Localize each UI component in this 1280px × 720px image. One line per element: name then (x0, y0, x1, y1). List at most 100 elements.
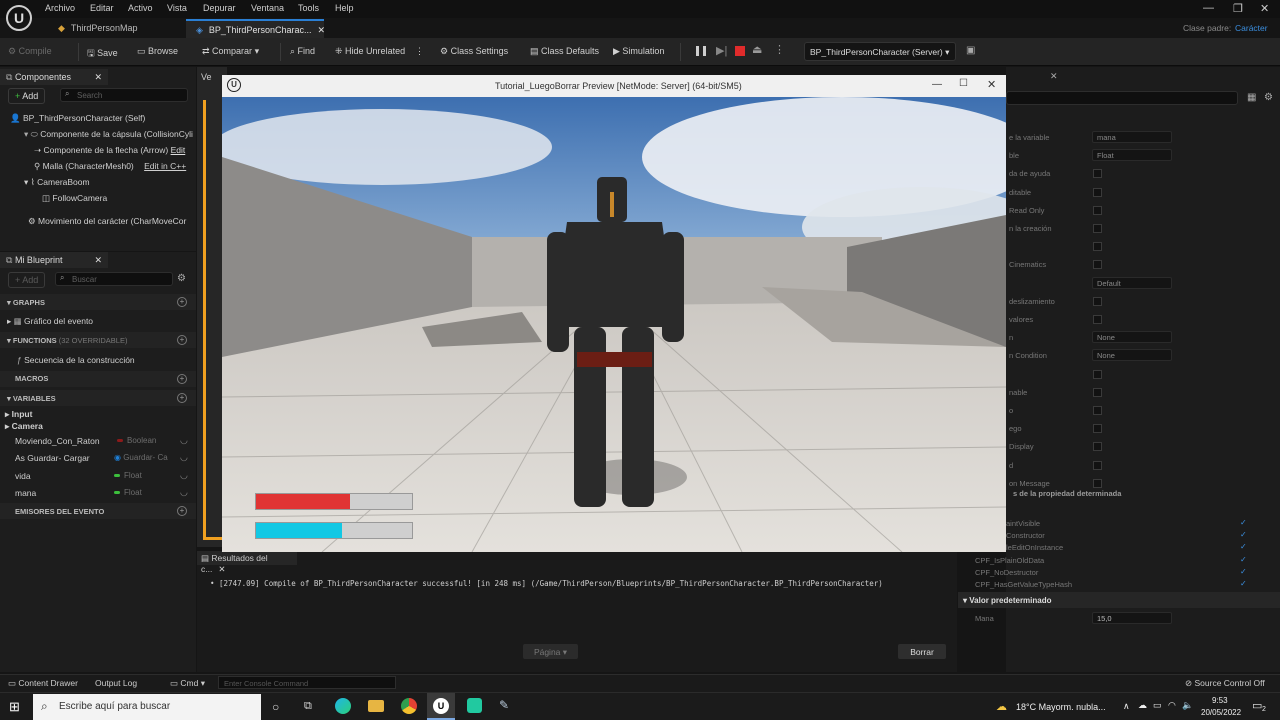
checkmark-icon[interactable]: ✓ (1240, 567, 1247, 576)
menu-herramientas[interactable]: Tools (298, 3, 319, 13)
add-member-button[interactable]: + Add (8, 272, 46, 288)
category-input[interactable]: ▸ Input (5, 409, 32, 420)
components-tab[interactable]: ⧉ Componentes ✕ (0, 69, 108, 85)
construction-script-item[interactable]: ƒ Secuencia de la construcción (17, 355, 135, 365)
close-tab-icon[interactable]: ✕ (94, 255, 102, 266)
notifications-icon[interactable]: ▭ (1252, 699, 1262, 712)
viewport-tab-stub[interactable]: Ve (201, 72, 212, 82)
file-explorer-icon[interactable] (368, 700, 384, 712)
property-checkbox[interactable] (1093, 224, 1102, 233)
checkmark-icon[interactable]: ✓ (1240, 555, 1247, 564)
component-self[interactable]: 👤 BP_ThirdPersonCharacter (Self) (10, 113, 145, 124)
class-settings-button[interactable]: ⚙ Class Settings (440, 46, 508, 57)
maximize-icon[interactable]: ☐ (959, 78, 968, 89)
property-checkbox[interactable] (1093, 442, 1102, 452)
component-arrow[interactable]: ➝ Componente de la flecha (Arrow) Edit (34, 145, 185, 156)
menu-ventana[interactable]: Ventana (251, 3, 284, 13)
preview-titlebar[interactable]: U Tutorial_LuegoBorrar Preview [NetMode:… (222, 75, 1006, 97)
variable-type-float[interactable]: Float (114, 488, 142, 497)
unreal-taskbar-button[interactable]: U (427, 693, 455, 720)
output-log-button[interactable]: Output Log (95, 678, 137, 688)
minimize-icon[interactable]: — (1203, 2, 1214, 14)
clock-date[interactable]: 20/05/2022 (1201, 708, 1241, 717)
property-checkbox[interactable] (1093, 187, 1102, 197)
step-icon[interactable]: ▶| (716, 44, 727, 57)
component-mesh[interactable]: ⚲ Malla (CharacterMesh0) Edit in C++ (34, 161, 186, 172)
visibility-eye-icon[interactable]: ◡ (180, 487, 188, 498)
property-checkbox[interactable] (1093, 424, 1102, 434)
tab-bp-thirdpersoncharacter[interactable]: ◈ BP_ThirdPersonCharac... ✕ (186, 19, 325, 38)
property-value-field[interactable]: Default (1092, 276, 1172, 289)
pause-icon[interactable] (696, 46, 706, 56)
eject-icon[interactable]: ⏏ (752, 43, 762, 56)
edit-in-cpp-link[interactable]: Edit in C++ (144, 161, 186, 171)
variable-mana[interactable]: mana (15, 488, 36, 498)
variable-vida[interactable]: vida (15, 471, 31, 481)
compare-button[interactable]: ⇄ Comparar ▾ (202, 46, 259, 57)
app-icon[interactable] (467, 698, 482, 713)
game-viewport[interactable] (222, 97, 1006, 552)
property-value-field[interactable]: None (1092, 331, 1172, 344)
maximize-icon[interactable]: ❐ (1233, 2, 1243, 15)
cmd-dropdown[interactable]: ▭ Cmd ▾ (170, 678, 205, 689)
save-button[interactable]: 🖫 Save (87, 46, 118, 62)
windows-start-icon[interactable]: ⊞ (9, 699, 20, 715)
browse-button[interactable]: ▭ Browse (137, 46, 178, 57)
parent-class-link[interactable]: Carácter (1235, 23, 1268, 33)
menu-archivo[interactable]: Archivo (45, 3, 75, 13)
page-dropdown[interactable]: Página ▾ (523, 644, 578, 659)
property-checkbox[interactable] (1093, 387, 1102, 397)
edit-link[interactable]: Edit (171, 145, 186, 155)
blueprint-search-input[interactable]: ⌕ Buscar (55, 272, 173, 286)
minimize-icon[interactable]: — (932, 79, 942, 90)
add-graph-icon[interactable]: + (177, 297, 187, 307)
my-blueprint-tab[interactable]: ⧉ Mi Blueprint ✕ (0, 252, 108, 268)
menu-ayuda[interactable]: Help (335, 3, 354, 13)
property-checkbox[interactable] (1093, 315, 1102, 324)
property-value-field[interactable]: Float (1092, 149, 1172, 162)
category-camera[interactable]: ▸ Camera (5, 421, 43, 432)
property-checkbox[interactable] (1093, 260, 1102, 270)
cortana-icon[interactable]: ○ (272, 700, 279, 714)
checkmark-icon[interactable]: ✓ (1240, 530, 1247, 539)
add-dispatcher-icon[interactable]: + (177, 506, 187, 516)
default-mana-input[interactable]: 15,0 (1092, 612, 1172, 624)
add-function-icon[interactable]: + (177, 335, 187, 345)
checkmark-icon[interactable]: ✓ (1240, 542, 1247, 551)
visibility-eye-icon[interactable]: ◡ (180, 435, 188, 446)
menu-depurar[interactable]: Depurar (203, 3, 236, 13)
hide-unrelated-button[interactable]: ⁜ Hide Unrelated (335, 46, 405, 57)
variable-type-boolean[interactable]: Boolean (117, 436, 156, 445)
property-checkbox[interactable] (1093, 406, 1102, 415)
tab-thirdpersonmap[interactable]: ◆ ThirdPersonMap (48, 19, 184, 38)
volume-icon[interactable]: 🔈 (1182, 700, 1193, 711)
debug-filter-icon[interactable]: ▣ (966, 45, 975, 56)
find-button[interactable]: ⌕ Find (290, 46, 315, 57)
component-cameraboom[interactable]: ▾ ⌇ CameraBoom (24, 177, 90, 188)
property-checkbox[interactable] (1093, 242, 1102, 252)
close-tab-icon[interactable]: ✕ (94, 72, 102, 83)
edge-icon[interactable] (335, 698, 351, 714)
details-search-input[interactable] (1006, 91, 1238, 105)
variable-type-float[interactable]: Float (114, 471, 142, 480)
taskbar-search-input[interactable]: ⌕ Escribe aquí para buscar (33, 694, 261, 720)
property-checkbox[interactable] (1093, 369, 1102, 379)
close-icon[interactable]: ✕ (1260, 2, 1269, 15)
property-checkbox[interactable] (1093, 460, 1102, 470)
onedrive-icon[interactable]: ☁ (1138, 700, 1147, 711)
weather-text[interactable]: 18°C Mayorm. nubla... (1016, 702, 1106, 712)
content-drawer-button[interactable]: ▭ Content Drawer (8, 678, 78, 689)
property-value-field[interactable]: None (1092, 349, 1172, 362)
property-checkbox[interactable] (1093, 296, 1102, 306)
stop-icon[interactable] (735, 46, 745, 56)
unreal-logo-icon[interactable]: U (6, 5, 32, 31)
chrome-icon[interactable] (401, 698, 417, 714)
tray-expand-icon[interactable]: ∧ (1123, 701, 1130, 712)
task-view-icon[interactable]: ⧉ (304, 700, 312, 713)
property-checkbox[interactable] (1093, 478, 1102, 488)
debug-object-dropdown[interactable]: BP_ThirdPersonCharacter (Server) ▾ (804, 42, 956, 61)
component-movement[interactable]: ⚙ Movimiento del carácter (CharMoveCor (28, 216, 186, 227)
menu-editar[interactable]: Editar (90, 3, 114, 13)
simulation-button[interactable]: ▶ Simulation (613, 46, 664, 57)
variable-moviendo[interactable]: Moviendo_Con_Raton (15, 436, 100, 446)
